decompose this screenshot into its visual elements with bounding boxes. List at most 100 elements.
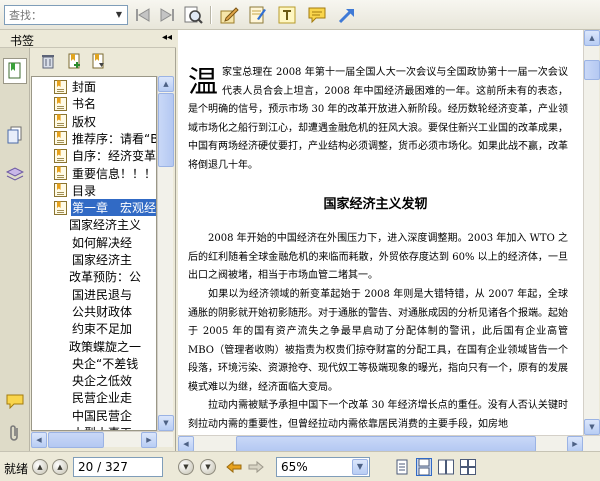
document-vertical-scrollbar[interactable]: ▲ ▼ [583, 30, 600, 435]
body-paragraph: 拉动内需被赋予承担中国下一个改革 30 年经济增长点的重任。没有人否认关键时刻拉… [188, 400, 568, 430]
bookmark-label: 国家经济主 [72, 253, 133, 267]
new-bookmark-icon[interactable] [65, 52, 83, 70]
bookmark-item[interactable]: 央企之低效 [71, 372, 133, 389]
scroll-thumb[interactable] [48, 432, 104, 448]
scroll-thumb[interactable] [584, 60, 600, 80]
scroll-up-icon[interactable]: ▲ [584, 30, 600, 46]
bookmark-item[interactable]: 民营企业走 [71, 389, 133, 406]
bookmark-panel: 书签 ◂◂ 封面 书名 版权 推荐序：请看“B 自序：经济变革 重要信息！！！ 目录 第一章 [0, 30, 176, 451]
bookmark-options-icon[interactable] [89, 52, 107, 70]
bookmark-item[interactable]: 约束不足加 [71, 320, 133, 337]
bookmark-label: 央企之低效 [72, 374, 133, 389]
bookmark-item[interactable]: 重要信息！！！ [54, 165, 156, 182]
bookmark-item[interactable]: 国进民退与 [71, 286, 133, 303]
bookmark-horizontal-scrollbar[interactable]: ◀ ▶ [31, 431, 173, 448]
scroll-down-icon[interactable]: ▼ [584, 419, 600, 435]
bookmark-label: 中国民营企 [72, 408, 133, 423]
document-page[interactable]: 温家宝总理在 2008 年第十一届全国人大一次会议与全国政协第十一届一次会议代表… [178, 30, 583, 435]
annotate-icon[interactable] [218, 4, 240, 26]
status-bar: 就绪 ▲ ▲ 20 / 327 ▼ ▼ 65% ▼ [0, 451, 600, 481]
bookmark-item[interactable]: 中国民营企 [71, 407, 133, 424]
bookmark-label: 第一章 宏观经 [71, 199, 157, 217]
panel-title: 书签 [10, 34, 35, 48]
bookmark-item[interactable]: 第一章 宏观经 [54, 199, 157, 217]
bookmark-item[interactable]: 书名 [54, 95, 97, 112]
bookmark-item[interactable]: 封面 [54, 78, 97, 95]
bookmark-item[interactable]: 国家经济主 [71, 251, 133, 268]
bookmark-item[interactable]: 国家经济主义 [68, 216, 142, 233]
scroll-thumb[interactable] [158, 93, 174, 167]
bookmark-label: 公共财政体 [72, 304, 133, 319]
bookmark-label: 目录 [72, 183, 97, 198]
bookmark-item[interactable]: 目录 [54, 182, 97, 199]
tab-pages[interactable] [3, 122, 27, 148]
continuous-view-icon[interactable] [416, 458, 432, 476]
forward-icon[interactable] [156, 4, 178, 26]
note-icon[interactable] [246, 4, 268, 26]
scroll-down-icon[interactable]: ▼ [158, 415, 174, 431]
bookmark-label: 封面 [72, 80, 97, 94]
previous-page-icon[interactable]: ▲ [52, 459, 68, 475]
bookmark-item[interactable]: 政策蝶旋之一 [68, 338, 142, 355]
nav-tab-strip [0, 48, 30, 451]
bookmark-icon [54, 114, 67, 129]
bookmark-icon [54, 166, 67, 180]
bookmark-item[interactable]: 推荐序：请看“B [54, 130, 157, 147]
bookmark-item[interactable]: 央企“不差钱 [71, 355, 139, 372]
bookmark-item[interactable]: 如何解决经 [71, 234, 133, 251]
scroll-left-icon[interactable]: ◀ [31, 432, 47, 448]
collapse-panel-icon[interactable]: ◂◂ [162, 32, 172, 43]
find-icon[interactable] [182, 4, 204, 26]
text-tool-icon[interactable] [276, 4, 298, 26]
tab-attachments[interactable] [3, 420, 27, 446]
bookmark-icon [54, 148, 67, 163]
first-page-icon[interactable]: ▲ [32, 459, 48, 475]
comment-icon[interactable] [306, 4, 328, 26]
scroll-left-icon[interactable]: ◀ [178, 436, 194, 452]
delete-bookmark-icon[interactable] [39, 52, 57, 70]
bookmark-label: 政策蝶旋之一 [69, 339, 142, 354]
bookmark-icon [54, 79, 67, 94]
page-number-field[interactable]: 20 / 327 [73, 457, 163, 477]
scroll-up-icon[interactable]: ▲ [158, 76, 174, 92]
scroll-right-icon[interactable]: ▶ [141, 432, 157, 448]
bookmark-icon [54, 200, 67, 215]
bookmark-item[interactable]: 改革预防：公 [68, 268, 142, 285]
bookmark-label: 央企“不差钱 [72, 356, 139, 371]
main-toolbar: ▼ [0, 0, 600, 30]
bookmark-vertical-scrollbar[interactable]: ▲ ▼ [157, 76, 174, 431]
bookmark-label: 版权 [72, 114, 97, 129]
chevron-down-icon[interactable]: ▼ [352, 459, 368, 475]
back-icon[interactable] [132, 4, 154, 26]
bookmark-icon [54, 96, 67, 111]
document-horizontal-scrollbar[interactable]: ◀ ▶ [178, 435, 600, 452]
bookmark-label: 推荐序：请看“B [72, 131, 157, 146]
bookmark-item[interactable]: 版权 [54, 113, 97, 130]
zoom-select[interactable]: 65% ▼ [276, 457, 370, 477]
panel-header: 书签 ◂◂ [0, 30, 176, 48]
bookmark-label: 改革预防：公 [69, 270, 142, 285]
tab-layers[interactable] [3, 161, 27, 187]
facing-pages-view-icon[interactable] [438, 458, 454, 476]
scroll-right-icon[interactable]: ▶ [567, 436, 583, 452]
search-box[interactable]: ▼ [4, 5, 128, 25]
arrow-icon[interactable] [336, 4, 358, 26]
bookmark-icon [54, 131, 67, 146]
bookmark-label: 自序：经济变革 [72, 149, 157, 164]
tab-bookmarks[interactable] [3, 58, 27, 84]
bookmark-item[interactable]: 小型小事工 [71, 424, 133, 430]
last-page-icon[interactable]: ▼ [200, 459, 216, 475]
next-page-icon[interactable]: ▼ [178, 459, 194, 475]
single-page-view-icon[interactable] [394, 458, 410, 476]
scroll-thumb[interactable] [236, 436, 536, 452]
zoom-value: 65% [281, 460, 308, 474]
history-forward-icon[interactable] [248, 458, 264, 476]
bookmark-item[interactable]: 公共财政体 [71, 303, 133, 320]
tab-comments[interactable] [3, 388, 27, 414]
search-dropdown-icon[interactable]: ▼ [112, 7, 126, 23]
bookmark-item[interactable]: 自序：经济变革 [54, 147, 157, 164]
body-paragraph: 如果以为经济领域的新变革起始于 2008 年则是大错特错，从 2007 年起，全… [188, 289, 568, 393]
history-back-icon[interactable] [226, 458, 242, 476]
continuous-facing-view-icon[interactable] [460, 458, 476, 476]
search-input[interactable] [5, 6, 113, 24]
